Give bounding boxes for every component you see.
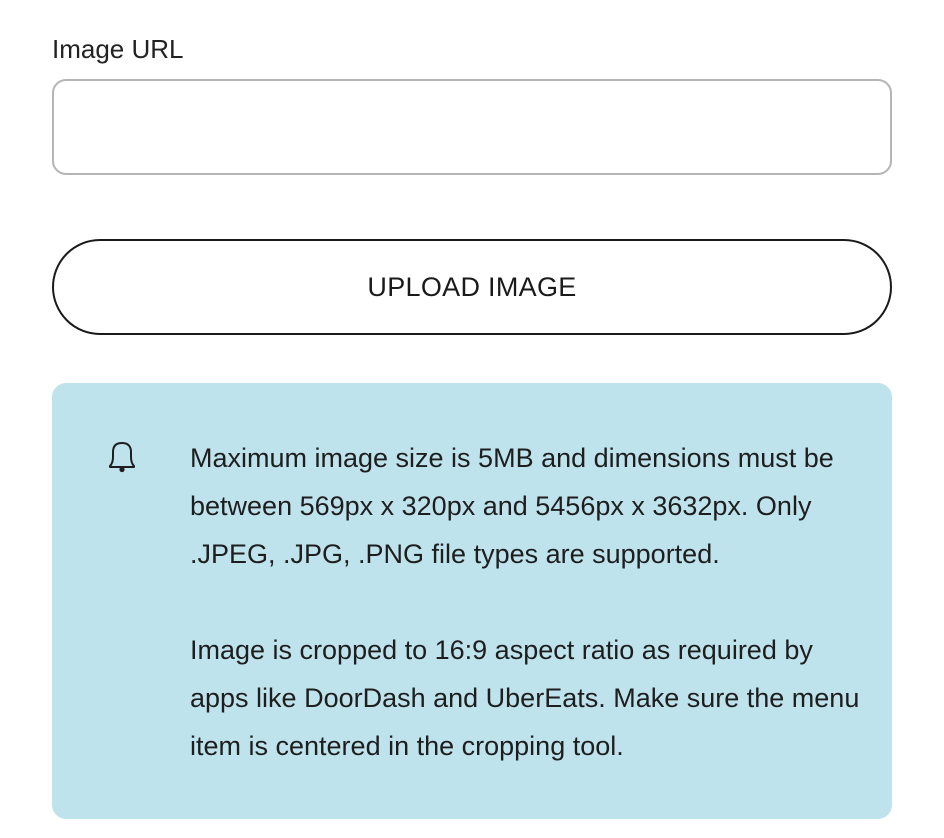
info-notice: Maximum image size is 5MB and dimensions… [52,383,892,819]
image-url-label: Image URL [52,34,184,64]
info-text: Maximum image size is 5MB and dimensions… [190,434,860,770]
image-url-input[interactable] [52,79,892,175]
upload-image-button[interactable]: UPLOAD IMAGE [52,239,892,335]
info-paragraph-crop: Image is cropped to 16:9 aspect ratio as… [190,635,860,761]
info-paragraph-size: Maximum image size is 5MB and dimensions… [190,443,834,569]
bell-icon [102,437,142,477]
image-upload-form: Image URL UPLOAD IMAGE Maximum image siz… [0,0,944,838]
